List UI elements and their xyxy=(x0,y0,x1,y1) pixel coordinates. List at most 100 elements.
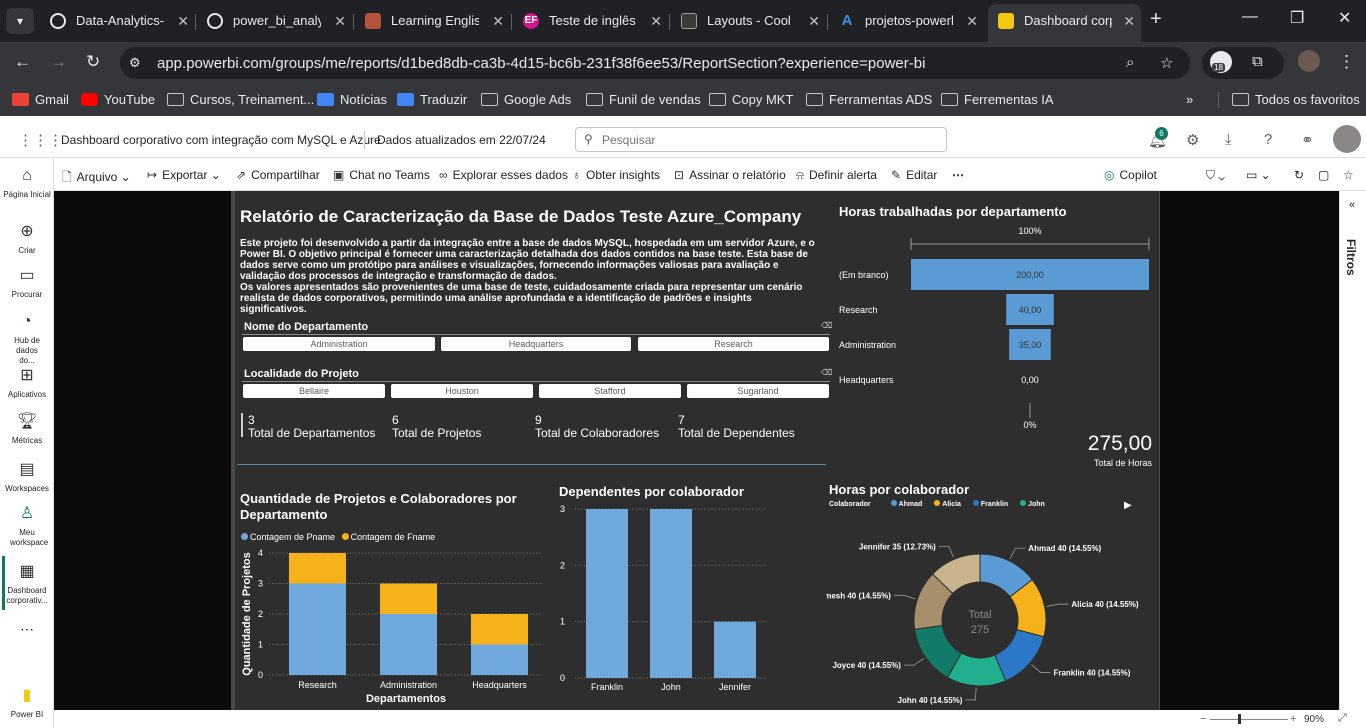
forward-icon[interactable]: → xyxy=(50,52,67,72)
search-box[interactable]: ⚲ xyxy=(575,127,947,152)
favorite-icon[interactable]: ☆ xyxy=(1343,168,1354,182)
slicer-option[interactable]: Bellaire xyxy=(243,384,385,398)
bookmark-folder[interactable]: Cursos, Treinament... xyxy=(167,92,314,107)
url-text[interactable]: app.powerbi.com/groups/me/reports/d1bed8… xyxy=(157,55,925,72)
collapse-filters-icon[interactable]: « xyxy=(1349,199,1355,211)
close-tab-icon[interactable]: ✕ xyxy=(334,4,346,38)
search-input[interactable] xyxy=(602,133,902,147)
nav-powerbi[interactable]: ▮ Power BI xyxy=(0,686,54,720)
nav-more-icon[interactable]: ⋯ xyxy=(0,622,54,636)
slicer-option[interactable]: Research xyxy=(638,337,829,351)
zoom-slider[interactable] xyxy=(1210,719,1288,720)
explore-data-button[interactable]: ∞ Explorar esses dados xyxy=(439,168,568,182)
bookmark-traduzir[interactable]: Traduzir xyxy=(397,92,467,107)
bookmark-folder[interactable]: Copy MKT xyxy=(709,92,793,107)
nav-browse[interactable]: ▭ Procurar xyxy=(0,266,54,300)
close-tab-icon[interactable]: ✕ xyxy=(492,4,504,38)
browser-tab[interactable]: A projetos-powerb ✕ xyxy=(829,4,984,38)
new-tab-icon[interactable]: + xyxy=(1150,8,1162,31)
browser-tab[interactable]: power_bi_analys ✕ xyxy=(197,4,352,38)
file-menu[interactable]: 🗋︎ Arquivo ⌄ xyxy=(62,168,131,189)
nav-home[interactable]: ⌂ Página Inicial xyxy=(0,166,54,200)
bookmark-youtube[interactable]: YouTube xyxy=(81,92,155,107)
browser-tab[interactable]: Learning English ✕ xyxy=(355,4,510,38)
dependents-chart[interactable]: 0 1 2 3 Franklin John Jennifer xyxy=(553,500,773,696)
nav-dashboard[interactable]: ▦ Dashboard corporativ... xyxy=(0,562,54,606)
comment-icon[interactable]: ▢ xyxy=(1318,168,1329,182)
fit-page-icon[interactable]: ⤢ xyxy=(1338,712,1347,725)
slicer-option[interactable]: Sugarland xyxy=(687,384,829,398)
slicer-option[interactable]: Stafford xyxy=(539,384,681,398)
slicer-option[interactable]: Houston xyxy=(391,384,533,398)
browser-tab[interactable]: Data-Analytics-c ✕ xyxy=(40,4,195,38)
reload-icon[interactable]: ↻ xyxy=(86,52,100,72)
subscribe-button[interactable]: ⊡ Assinar o relatório xyxy=(674,168,786,182)
edit-button[interactable]: ✎ Editar xyxy=(891,168,937,182)
puzzle-icon[interactable]: ⧉ xyxy=(1252,53,1263,70)
restore-icon[interactable]: ❐ xyxy=(1290,8,1304,28)
bookmark-noticias[interactable]: Notícias xyxy=(317,92,387,107)
site-info-icon[interactable]: ⚙ xyxy=(129,55,146,70)
nav-my-workspace[interactable]: ♙ Meu workspace xyxy=(0,504,54,548)
all-favorites[interactable]: Todos os favoritos xyxy=(1232,92,1360,107)
bookmark-folder[interactable]: Funil de vendas xyxy=(586,92,701,107)
help-icon[interactable]: ? xyxy=(1264,131,1272,148)
filters-pane[interactable]: « Filtros xyxy=(1339,191,1366,710)
close-tab-icon[interactable]: ✕ xyxy=(1123,4,1135,38)
report-name[interactable]: Dashboard corporativo com integração com… xyxy=(61,133,381,147)
export-menu[interactable]: ↦ Exportar ⌄ xyxy=(147,168,221,182)
view-icon[interactable]: ▭ ⌄ xyxy=(1246,168,1271,182)
zoom-search-icon[interactable]: ⌕ xyxy=(1126,54,1134,71)
browser-tab[interactable]: EF Teste de inglês p ✕ xyxy=(513,4,668,38)
close-tab-icon[interactable]: ✕ xyxy=(650,4,662,38)
more-commands-icon[interactable]: ⋯ xyxy=(952,168,964,182)
bookmark-folder[interactable]: Ferramentas ADS xyxy=(806,92,932,107)
data-updated-label[interactable]: Dados atualizados em 22/07/24 xyxy=(377,133,546,147)
bookmark-gmail[interactable]: Gmail xyxy=(12,92,69,107)
hours-by-collaborator-chart[interactable]: Ahmad 40 (14.55%) Alicia 40 (14.55%) Frank… xyxy=(826,515,1156,705)
more-menu-icon[interactable]: ⋮ xyxy=(1338,52,1355,72)
projects-by-department-chart[interactable]: 0 1 2 3 4 Research Administration Headquarters D… xyxy=(237,545,547,707)
bookmark-folder[interactable]: Google Ads xyxy=(481,92,571,107)
nav-datahub[interactable]: ◔ Hub de dados do... xyxy=(0,312,54,366)
set-alert-button[interactable]: ⍾ Definir alerta xyxy=(796,168,877,183)
zoom-in-icon[interactable]: + xyxy=(1290,713,1296,725)
nav-create[interactable]: ⊕ Criar xyxy=(0,222,54,256)
refresh-icon[interactable]: ↻ xyxy=(1294,168,1304,182)
avatar[interactable] xyxy=(1333,125,1361,153)
profile-avatar[interactable] xyxy=(1298,50,1320,72)
share-button[interactable]: ⇗ Compartilhar xyxy=(236,168,320,182)
eraser-icon[interactable]: ⌫ xyxy=(821,321,832,330)
minimize-icon[interactable]: — xyxy=(1242,8,1258,26)
close-tab-icon[interactable]: ✕ xyxy=(808,4,820,38)
legend-next-icon[interactable]: ▶ xyxy=(1124,500,1132,511)
get-insights-button[interactable]: ♁ Obter insights xyxy=(572,168,660,182)
close-tab-icon[interactable]: ✕ xyxy=(177,4,189,38)
back-icon[interactable]: ← xyxy=(14,52,31,72)
slicer-option[interactable]: Headquarters xyxy=(441,337,631,351)
zoom-slider-thumb[interactable] xyxy=(1238,714,1241,724)
hours-by-department-chart[interactable]: 100% (Em branco) 200,00 Research 40,00 Admini… xyxy=(835,222,1155,472)
teams-chat-button[interactable]: ▣ Chat no Teams xyxy=(333,168,430,182)
nav-metrics[interactable]: 🏆︎ Métricas xyxy=(0,412,54,446)
bookmarks-overflow-icon[interactable]: » xyxy=(1186,92,1193,107)
bookmark-folder[interactable]: Ferrementas IA xyxy=(941,92,1054,107)
app-launcher-icon[interactable]: ⋮⋮⋮ xyxy=(18,131,63,149)
share-feedback-icon[interactable]: ⚭ xyxy=(1301,131,1314,149)
zoom-out-icon[interactable]: − xyxy=(1200,713,1206,725)
download-icon[interactable]: ⤓ xyxy=(1225,131,1232,148)
copilot-button[interactable]: ◎ Copilot xyxy=(1104,168,1157,182)
browser-tab[interactable]: Layouts - Cool B ✕ xyxy=(671,4,826,38)
close-tab-icon[interactable]: ✕ xyxy=(966,4,978,38)
address-bar[interactable]: ⚙ app.powerbi.com/groups/me/reports/d1be… xyxy=(120,47,1190,79)
slicer-option[interactable]: Administration xyxy=(243,337,435,351)
browser-tab-active[interactable]: Dashboard corpo ✕ xyxy=(988,4,1141,42)
nav-workspaces[interactable]: ▤ Workspaces xyxy=(0,460,54,494)
bookmark-star-icon[interactable]: ☆ xyxy=(1160,54,1173,72)
bookmark-icon[interactable]: ⛉ ⌄ xyxy=(1206,168,1225,183)
settings-icon[interactable]: ⚙ xyxy=(1186,131,1199,149)
tab-search-button[interactable]: ▾ xyxy=(6,8,34,34)
close-window-icon[interactable]: ✕ xyxy=(1338,8,1351,28)
nav-apps[interactable]: ⊞ Aplicativos xyxy=(0,366,54,400)
eraser-icon[interactable]: ⌫ xyxy=(821,368,832,377)
